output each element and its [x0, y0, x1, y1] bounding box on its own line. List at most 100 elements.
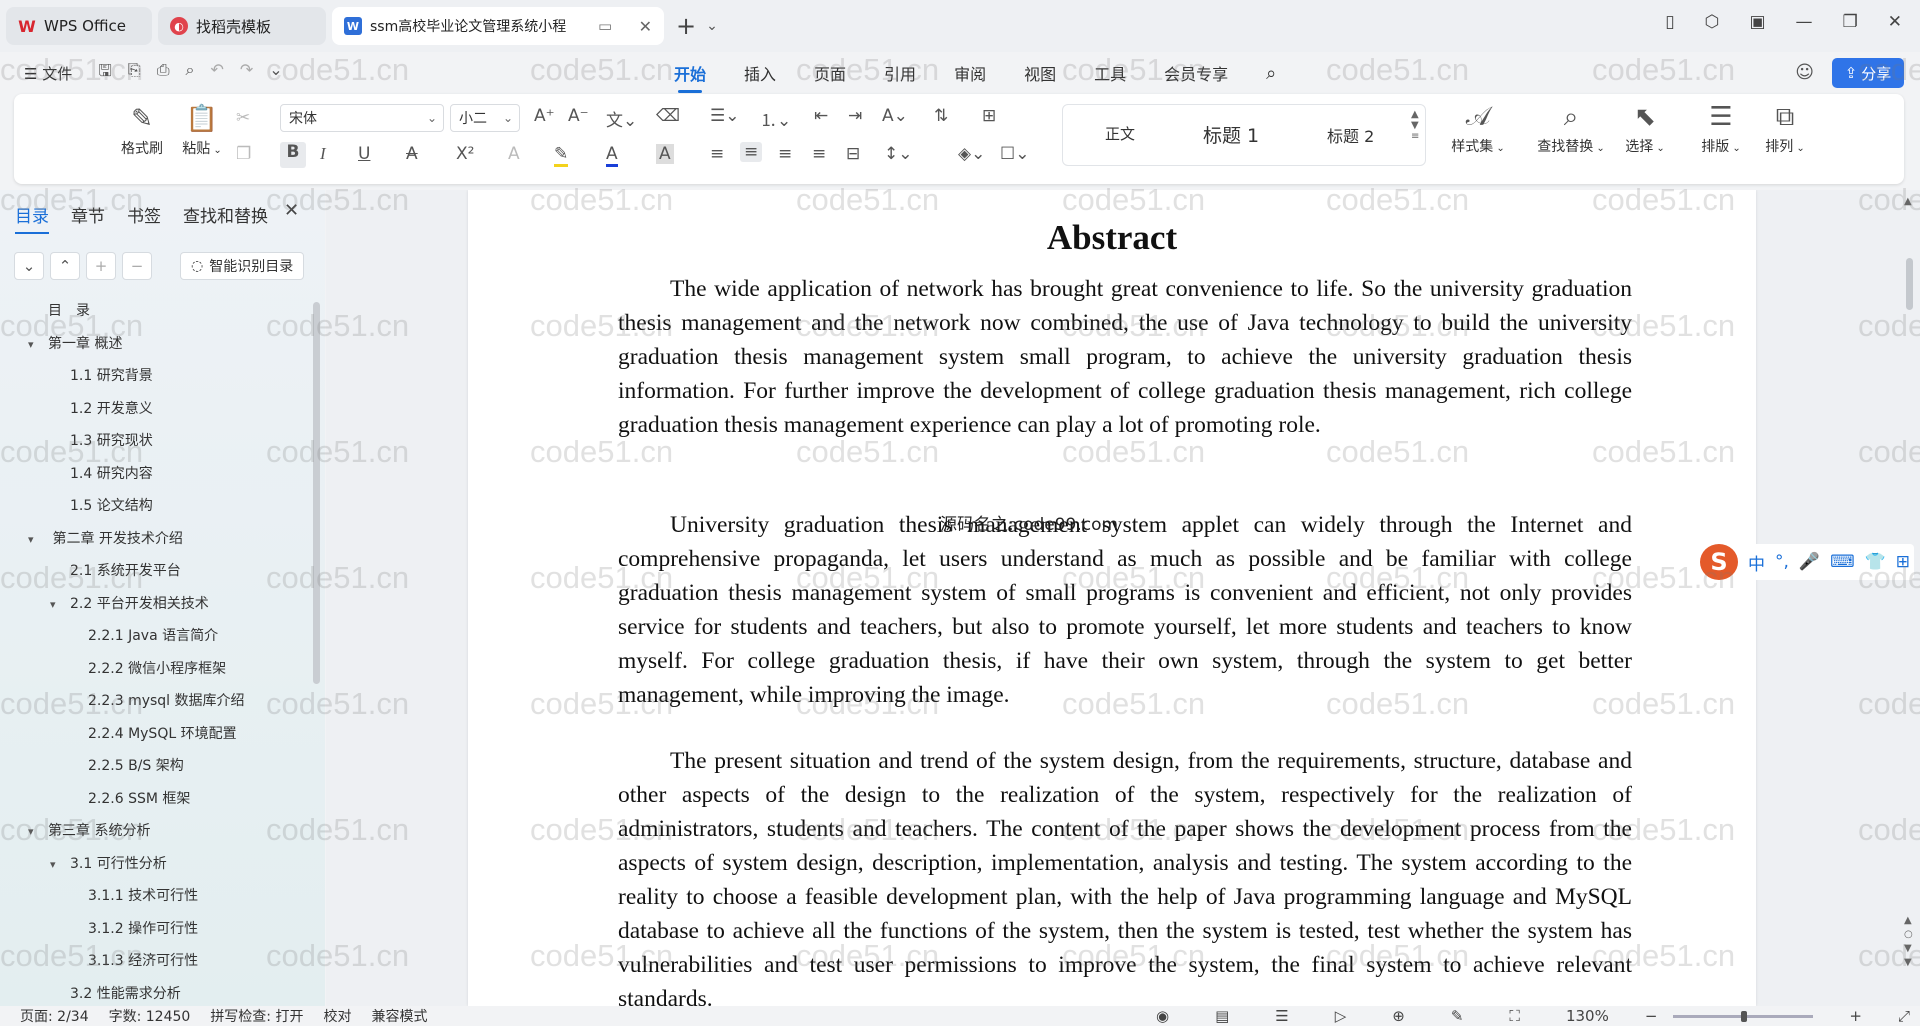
tab-wps-office[interactable]: W WPS Office	[6, 7, 152, 45]
chat-icon[interactable]: ☺	[1795, 62, 1814, 83]
save-icon[interactable]: 🖫	[98, 60, 112, 87]
superscript-icon[interactable]: X²	[456, 144, 474, 164]
tab-bookmarks[interactable]: 书签	[127, 202, 161, 227]
toc-item[interactable]: ▾ 第二章 开发技术介绍	[28, 528, 183, 548]
proofread[interactable]: 校对	[323, 1006, 351, 1026]
style-heading-1[interactable]: 标题 1	[1203, 121, 1259, 148]
grow-font-icon[interactable]: A⁺	[534, 106, 555, 126]
export-icon[interactable]: ⎘	[128, 60, 141, 87]
toc-item[interactable]: 2.2.6 SSM 框架	[88, 788, 190, 808]
zoom-slider-thumb[interactable]	[1741, 1010, 1748, 1022]
undo-icon[interactable]: ↶	[210, 60, 223, 87]
document-page[interactable]: Abstract The wide application of network…	[468, 190, 1756, 1006]
distribute-icon[interactable]: ⊟	[846, 144, 860, 164]
toc-item[interactable]: ▾ 3.1 可行性分析	[50, 853, 167, 873]
skin-icon[interactable]: 👕	[1865, 552, 1886, 572]
monitor-icon[interactable]: ▭	[598, 17, 612, 35]
microphone-icon[interactable]: 🎤	[1799, 552, 1820, 572]
expand-toggle-icon[interactable]: ▾	[50, 598, 70, 611]
scroll-thumb[interactable]	[1906, 258, 1913, 310]
toolbox-icon[interactable]: ⊞	[1896, 552, 1910, 572]
keyboard-icon[interactable]: ⌨	[1830, 552, 1855, 572]
toc-item[interactable]: 1.1 研究背景	[70, 365, 153, 385]
font-name-select[interactable]: 宋体 ⌄	[280, 104, 444, 132]
toc-item[interactable]: 1.3 研究现状	[70, 430, 153, 450]
find-replace-button[interactable]: ⌕ 查找替换 ⌄	[1534, 102, 1608, 156]
word-count[interactable]: 字数: 12450	[109, 1006, 191, 1026]
new-tab-icon[interactable]: +	[676, 12, 696, 40]
scroll-nav-icon[interactable]: ▲ ○ ▼ ▼	[1904, 914, 1913, 970]
toc-item[interactable]: 目 录	[48, 300, 90, 320]
close-pane-icon[interactable]: ✕	[284, 200, 299, 221]
expand-toggle-icon[interactable]: ▾	[50, 858, 70, 871]
tab-list-chevron-icon[interactable]: ⌄	[706, 18, 718, 34]
expand-toggle-icon[interactable]: ▾	[28, 825, 48, 838]
tab-toc[interactable]: 目录	[15, 202, 49, 234]
highlight-icon[interactable]: ✎	[554, 144, 569, 167]
line-spacing-icon[interactable]: ↕⌄	[884, 144, 913, 164]
copy-icon[interactable]: ❐	[236, 144, 251, 164]
toc-item[interactable]: 2.1 系统开发平台	[70, 560, 181, 580]
expand-toggle-icon[interactable]: ▾	[28, 533, 48, 546]
toc-item[interactable]: 2.2.1 Java 语言简介	[88, 625, 218, 645]
toc-item[interactable]: 3.1.2 操作可行性	[88, 918, 198, 938]
text-direction-icon[interactable]: A⌄	[882, 106, 908, 126]
italic-icon[interactable]: I	[320, 144, 326, 164]
asian-layout-icon[interactable]: ⊞	[982, 106, 996, 126]
pen-icon[interactable]: ✎	[1451, 1007, 1464, 1025]
toc-item[interactable]: 1.4 研究内容	[70, 463, 153, 483]
toc-item[interactable]: ▾ 第一章 概述	[28, 333, 122, 353]
zoom-in-icon[interactable]: +	[1849, 1007, 1862, 1025]
arrange-button[interactable]: ⧉ 排列 ⌄	[1760, 102, 1810, 156]
layout-button[interactable]: ☰ 排版 ⌄	[1696, 102, 1746, 156]
style-normal[interactable]: 正文	[1105, 123, 1135, 144]
tab-document[interactable]: W ssm高校毕业论文管理系统小程 ▭ ✕	[332, 7, 664, 45]
shrink-font-icon[interactable]: A⁻	[568, 106, 589, 126]
borders-icon[interactable]: ☐⌄	[1000, 144, 1029, 164]
font-size-select[interactable]: 小二 ⌄	[450, 104, 520, 132]
toc-item[interactable]: 2.2.3 mysql 数据库介绍	[88, 690, 245, 710]
share-button[interactable]: ⇪ 分享	[1832, 58, 1904, 88]
tab-docer-templates[interactable]: ◐ 找稻壳模板	[158, 7, 326, 45]
eye-icon[interactable]: ◉	[1156, 1007, 1169, 1025]
toc-item[interactable]: 1.2 开发意义	[70, 398, 153, 418]
cube-icon[interactable]: ⬡	[1705, 12, 1720, 32]
menu-home[interactable]: 开始	[674, 61, 706, 93]
tab-chapters[interactable]: 章节	[71, 202, 105, 227]
sogou-logo-icon[interactable]: S	[1700, 544, 1738, 580]
ime-punct[interactable]: °,	[1775, 552, 1789, 572]
toc-item[interactable]: 2.2.5 B/S 架构	[88, 755, 184, 775]
style-set-button[interactable]: 𝒜 样式集 ⌄	[1448, 102, 1508, 156]
toc-item[interactable]: 2.2.4 MySQL 环境配置	[88, 723, 237, 743]
bold-icon[interactable]: B	[280, 142, 306, 168]
web-view-icon[interactable]: ⊕	[1392, 1007, 1405, 1025]
ime-mode[interactable]: 中	[1748, 550, 1765, 575]
bullet-list-icon[interactable]: ☰⌄	[710, 106, 739, 126]
avatar[interactable]: ▣	[1749, 12, 1765, 32]
toc-item[interactable]: 3.2 性能需求分析	[70, 983, 181, 1003]
clear-format-icon[interactable]: ⌫	[656, 106, 680, 126]
paste-button[interactable]: 📋 粘贴 ⌄	[178, 104, 226, 158]
tab-find-replace[interactable]: 查找和替换	[183, 202, 268, 227]
select-button[interactable]: ⬉ 选择 ⌄	[1620, 102, 1670, 156]
collapse-all-icon[interactable]: ⌄	[14, 252, 44, 280]
scroll-up-icon[interactable]: ▲	[1904, 196, 1912, 207]
search-icon[interactable]: ⌕	[1266, 63, 1276, 84]
smart-toc-button[interactable]: ◌ 智能识别目录	[180, 252, 305, 280]
file-menu[interactable]: ☰ 文件	[24, 63, 72, 84]
toc-scrollbar[interactable]	[313, 302, 320, 684]
align-center-icon[interactable]: ≡	[740, 142, 763, 162]
align-left-icon[interactable]: ≡	[710, 144, 724, 164]
zoom-out-icon[interactable]: −	[1645, 1007, 1658, 1025]
menu-tools[interactable]: 工具	[1094, 61, 1126, 85]
strikethrough-icon[interactable]: A	[406, 144, 418, 164]
text-effect-icon[interactable]: A	[508, 144, 520, 164]
redo-icon[interactable]: ↷	[240, 60, 253, 87]
outline-view-icon[interactable]: ☰	[1275, 1007, 1288, 1025]
page-indicator[interactable]: 页面: 2/34	[20, 1006, 89, 1026]
gallery-scroll-icon[interactable]: ▲ ▼ ≡	[1411, 109, 1419, 142]
toc-item[interactable]: 3.1.1 技术可行性	[88, 885, 198, 905]
format-painter-button[interactable]: ✎ 格式刷	[118, 104, 166, 158]
phonetic-icon[interactable]: 文⌄	[606, 106, 637, 131]
close-tab-icon[interactable]: ✕	[639, 17, 652, 36]
